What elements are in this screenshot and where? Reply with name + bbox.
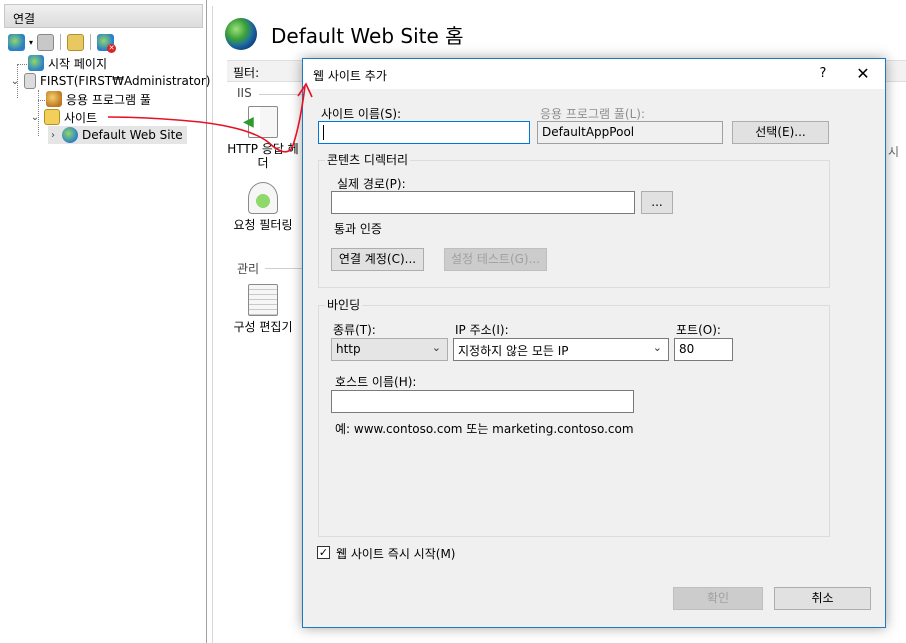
feature-http-response-headers[interactable]: ◀ HTTP 응답 헤더 [227,106,299,170]
app-pool-field: DefaultAppPool [537,121,723,144]
connections-header: 연결 [4,4,203,28]
clipped-action-text: 시 [888,145,900,159]
select-app-pool-button[interactable]: 선택(E)... [732,121,829,144]
app-pool-icon [46,91,62,107]
tree-item-sites[interactable]: ⌄ 사이트 [30,108,97,126]
chevron-down-icon[interactable]: ⌄ [30,112,40,123]
host-name-label: 호스트 이름(H): [335,375,417,389]
binding-type-label: 종류(T): [333,323,376,337]
connections-pane: 연결 ▾ ✕ 시작 페이지 ⌄ FIRST(FIRST₩Administrato… [0,0,210,643]
tree-item-label: 응용 프로그램 풀 [66,92,151,107]
pass-through-auth-label: 통과 인증 [334,222,382,236]
chevron-down-icon: ⌄ [431,341,441,354]
physical-path-input[interactable] [331,191,635,214]
start-immediately-label[interactable]: 웹 사이트 즉시 시작(M) [336,545,455,562]
site-name-label: 사이트 이름(S): [321,107,402,121]
tree-item-label: Default Web Site [82,128,183,142]
feature-label: 구성 편집기 [233,320,293,334]
start-immediately-checkbox[interactable]: ✓ [317,546,330,559]
test-settings-button[interactable]: 설정 테스트(G)... [444,248,547,271]
app-pool-label: 응용 프로그램 풀(L): [540,107,646,121]
physical-path-label: 실제 경로(P): [337,177,406,191]
connect-as-button[interactable]: 연결 계정(C)... [331,248,424,271]
http-headers-icon: ◀ [243,106,278,138]
website-globe-icon [225,18,257,50]
chevron-down-icon[interactable]: ⌄ [10,76,20,87]
feature-configuration-editor[interactable]: 구성 편집기 [227,284,299,334]
chevron-right-icon[interactable]: › [48,130,58,141]
tree-item-server[interactable]: ⌄ FIRST(FIRST₩Administrator) [10,72,210,90]
content-directory-legend: 콘텐츠 디렉터리 [325,151,411,168]
close-button[interactable]: ✕ [848,63,878,85]
help-button[interactable]: ? [811,63,835,85]
connect-globe-icon[interactable] [8,33,25,51]
save-icon[interactable] [37,33,55,51]
filter-label: 필터: [233,66,260,80]
page-title: Default Web Site 홈 [271,23,464,48]
group-label-management: 관리 [237,262,260,276]
group-label-iis: IIS [237,86,252,100]
dialog-titlebar: 웹 사이트 추가 ? ✕ [303,59,885,89]
port-label: 포트(O): [676,323,721,337]
config-editor-icon [248,284,278,316]
feature-label: 요청 필터링 [233,218,293,232]
page-header: Default Web Site 홈 [225,18,464,50]
connections-toolbar: ▾ ✕ [4,30,203,54]
tree-item-app-pools[interactable]: 응용 프로그램 풀 [46,90,151,108]
text-caret [323,125,324,140]
toolbar-separator [90,34,92,50]
feature-request-filtering[interactable]: 요청 필터링 [227,182,299,232]
tree-item-label: 시작 페이지 [48,56,108,71]
disconnect-icon[interactable]: ✕ [97,33,117,53]
dialog-title: 웹 사이트 추가 [313,69,387,83]
host-name-example: 예: www.contoso.com 또는 marketing.contoso.… [335,422,634,436]
dropdown-arrow-icon[interactable]: ▾ [29,38,33,47]
sites-folder-icon [44,109,60,125]
select-value: 지정하지 않은 모든 IP [458,344,569,358]
add-website-dialog: 웹 사이트 추가 ? ✕ 사이트 이름(S): 응용 프로그램 풀(L): De… [302,58,886,628]
start-page-icon [28,55,44,71]
website-globe-icon [62,127,78,143]
feature-label: HTTP 응답 헤더 [227,142,299,170]
tree-item-label: FIRST(FIRST₩Administrator) [40,74,211,88]
group-divider [265,268,303,269]
chevron-down-icon: ⌄ [652,341,662,354]
folder-up-icon[interactable] [67,33,85,51]
toolbar-separator [60,34,62,50]
site-name-input[interactable] [318,121,530,144]
tree-item-default-web-site[interactable]: › Default Web Site [48,126,187,144]
binding-legend: 바인딩 [325,296,363,313]
tree-item-start-page[interactable]: 시작 페이지 [28,54,107,72]
binding-type-select[interactable]: http ⌄ [331,338,448,361]
server-icon [24,73,36,89]
ok-button[interactable]: 확인 [673,587,763,610]
select-value: http [336,342,361,356]
ip-address-select[interactable]: 지정하지 않은 모든 IP ⌄ [453,338,669,361]
ip-address-label: IP 주소(I): [455,323,509,337]
group-divider [259,94,303,95]
request-filtering-icon [248,182,278,214]
cancel-button[interactable]: 취소 [774,587,871,610]
tree-item-label: 사이트 [64,110,98,125]
browse-button[interactable]: ... [641,191,673,214]
host-name-input[interactable] [331,390,634,413]
port-input[interactable]: 80 [674,338,733,361]
